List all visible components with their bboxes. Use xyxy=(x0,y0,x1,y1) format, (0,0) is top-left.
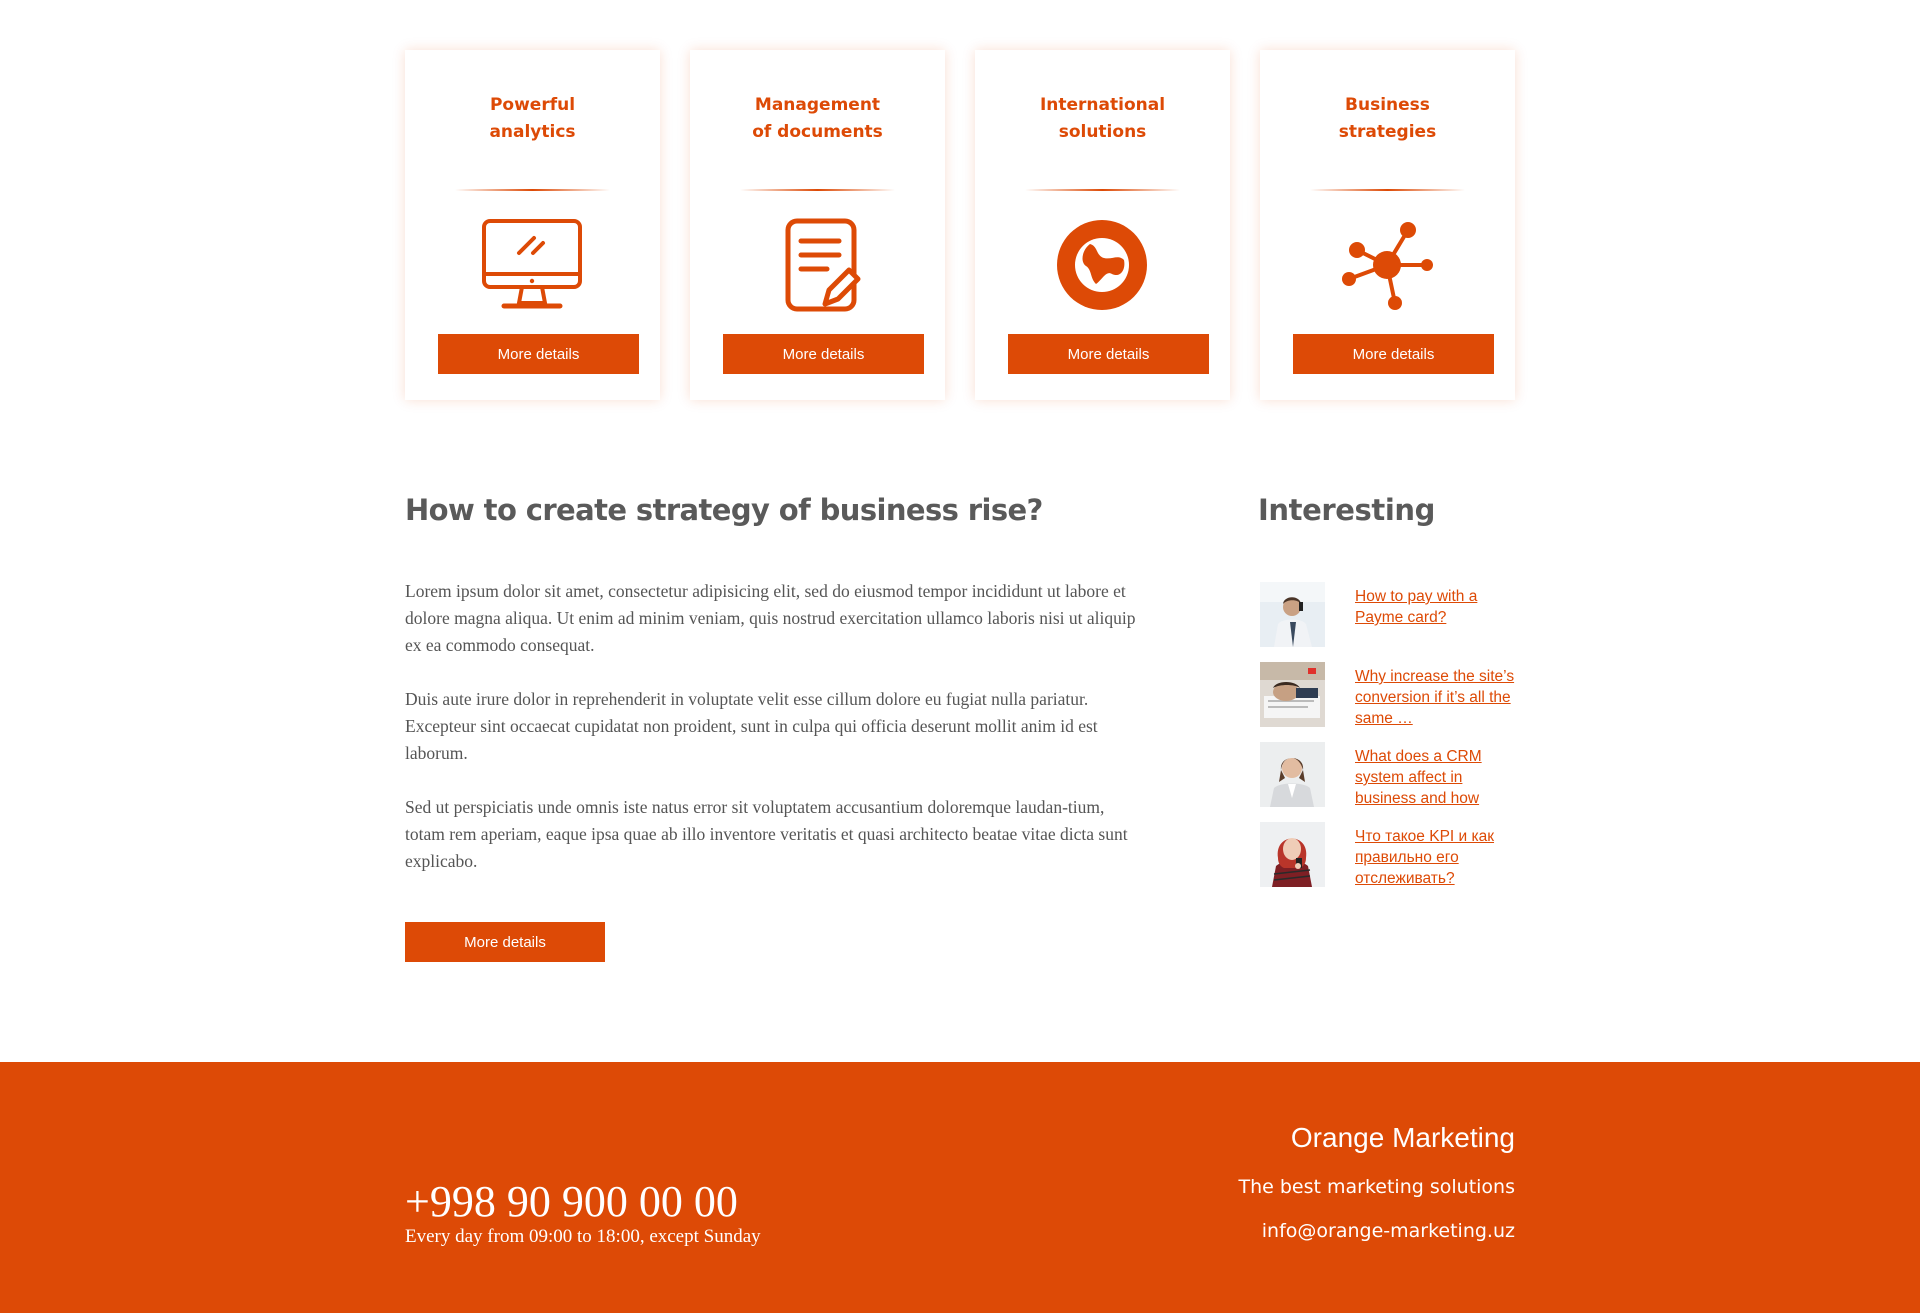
card-title: Management of documents xyxy=(752,95,883,142)
more-details-button[interactable]: More details xyxy=(723,334,924,374)
article-paragraph: Lorem ipsum dolor sit amet, consectetur … xyxy=(405,581,1136,655)
footer: Orange Marketing +998 90 900 00 00 The b… xyxy=(0,1062,1920,1313)
sidebar-item: How to pay with a Payme card? xyxy=(1260,582,1522,652)
footer-brand: Orange Marketing xyxy=(1290,1122,1515,1153)
man-phone-photo[interactable] xyxy=(1260,582,1325,647)
card-divider xyxy=(1025,189,1180,191)
more-details-button[interactable]: More details xyxy=(438,334,639,374)
monitor-icon xyxy=(482,219,582,309)
feature-card-international: International solutions More details xyxy=(975,50,1230,400)
sleeping-worker-photo[interactable] xyxy=(1260,662,1325,727)
more-details-button[interactable]: More details xyxy=(1293,334,1494,374)
article-more-details-button[interactable]: More details xyxy=(405,922,605,962)
feature-card-analytics: Powerful analytics More details xyxy=(405,50,660,400)
card-title: Business strategies xyxy=(1338,95,1437,142)
business-woman-photo[interactable] xyxy=(1260,742,1325,807)
document-edit-icon xyxy=(785,218,861,312)
network-icon xyxy=(1342,222,1433,310)
footer-tagline: The best marketing solutions xyxy=(1238,1176,1515,1198)
footer-email-link[interactable]: info@orange-marketing.uz xyxy=(1262,1220,1515,1242)
sidebar-item: What does a CRM system affect in busines… xyxy=(1260,742,1522,812)
globe-icon xyxy=(1057,220,1147,310)
card-divider xyxy=(455,189,610,191)
article-paragraph: Duis aute irure dolor in reprehenderit i… xyxy=(405,689,1098,763)
woman-red-hair-photo[interactable] xyxy=(1260,822,1325,887)
card-divider xyxy=(1310,189,1465,191)
card-title: Powerful analytics xyxy=(489,95,576,142)
features-section: Powerful analytics More details Manageme… xyxy=(405,50,1515,400)
more-details-button[interactable]: More details xyxy=(1008,334,1209,374)
sidebar-link[interactable]: What does a CRM system affect in busines… xyxy=(1355,746,1525,809)
feature-card-strategies: Business strategies More details xyxy=(1260,50,1515,400)
article-title: How to create strategy of business rise? xyxy=(405,493,1043,527)
card-title: International solutions xyxy=(1039,95,1166,142)
sidebar-item: Что такое KPI и как правильно его отслеж… xyxy=(1260,822,1522,892)
footer-hours: Every day from 09:00 to 18:00, except Su… xyxy=(405,1226,761,1247)
sidebar-title: Interesting xyxy=(1258,493,1436,527)
sidebar-item: Why increase the site’s conversion if it… xyxy=(1260,662,1522,732)
footer-phone[interactable]: +998 90 900 00 00 xyxy=(405,1176,738,1227)
feature-card-documents: Management of documents More details xyxy=(690,50,945,400)
sidebar-link[interactable]: How to pay with a Payme card? xyxy=(1355,586,1525,628)
article-paragraph: Sed ut perspiciatis unde omnis iste natu… xyxy=(405,797,1128,871)
card-divider xyxy=(740,189,895,191)
sidebar-link[interactable]: Why increase the site’s conversion if it… xyxy=(1355,666,1525,729)
sidebar-link[interactable]: Что такое KPI и как правильно его отслеж… xyxy=(1355,826,1525,889)
